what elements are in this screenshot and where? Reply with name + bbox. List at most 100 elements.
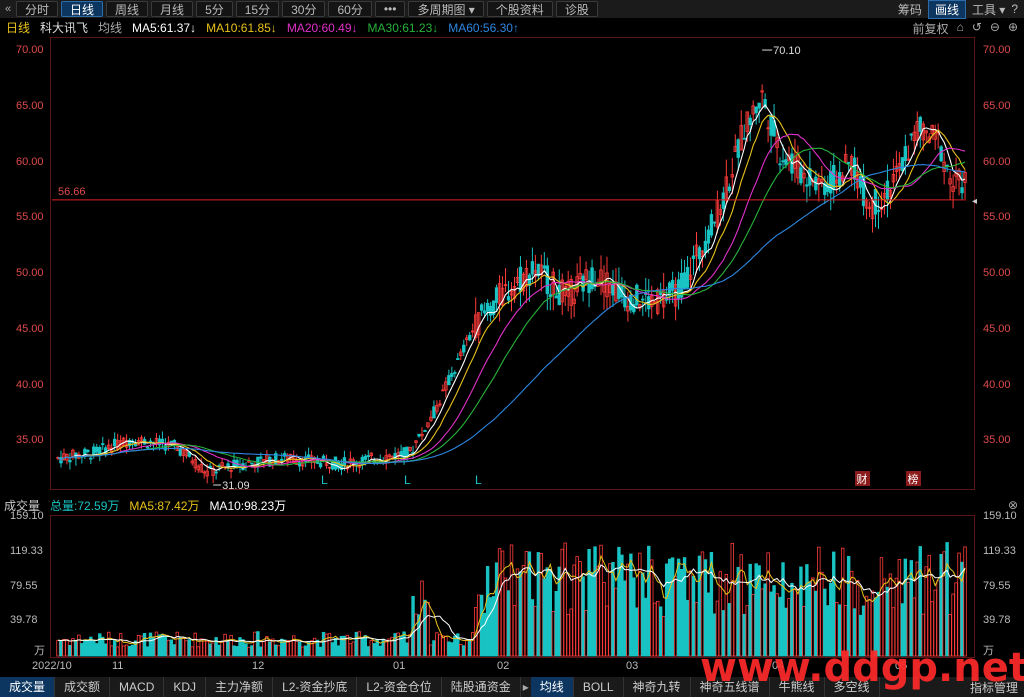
volume-bar <box>277 645 281 657</box>
volume-bar <box>957 552 961 657</box>
volume-bar <box>805 564 809 657</box>
volume-bar <box>86 639 90 657</box>
volume-bar <box>95 643 99 657</box>
volume-bar <box>963 546 967 657</box>
volume-bar <box>694 602 699 657</box>
candle-body <box>709 214 714 236</box>
candle-body <box>742 137 746 140</box>
candle-body <box>829 170 833 194</box>
volume-bar <box>664 563 669 657</box>
volume-bar <box>888 573 893 657</box>
volume-bar <box>679 569 684 657</box>
tab-volume[interactable]: 成交量 <box>0 677 56 697</box>
candle-body <box>545 265 550 294</box>
candle-body <box>939 146 943 162</box>
volume-bar <box>124 644 129 657</box>
candle-body <box>697 247 702 260</box>
low-label: 31.09 <box>222 480 250 492</box>
volume-bar <box>703 559 708 657</box>
volume-bar <box>676 558 681 657</box>
volume-bar <box>59 640 63 657</box>
tab-kdj[interactable]: KDJ <box>164 677 207 697</box>
volume-bar <box>903 558 908 657</box>
price-tick-l: 45.00 <box>16 322 44 335</box>
watermark-text: www.ddgp.net <box>700 645 1024 691</box>
volume-bar <box>512 605 517 657</box>
volume-bar <box>817 546 821 657</box>
tab-boll[interactable]: BOLL <box>574 677 624 697</box>
volume-bar <box>485 566 490 657</box>
candle-body <box>832 164 836 190</box>
volume-bar <box>62 639 66 657</box>
volume-bar <box>730 542 734 657</box>
volume-bar <box>918 546 922 657</box>
tab-main-net[interactable]: 主力净额 <box>206 677 274 697</box>
volume-tick-l: 万 <box>34 645 45 657</box>
candle-body <box>727 186 732 192</box>
volume-bar <box>653 602 657 657</box>
tab-northbound[interactable]: 陆股通资金 <box>442 677 521 697</box>
volume-bar <box>414 613 418 657</box>
candle-body <box>784 159 788 166</box>
candle-body <box>468 334 472 341</box>
volume-bar <box>265 636 269 657</box>
candle-body <box>838 172 842 186</box>
volume-bar <box>593 546 597 657</box>
volume-bar <box>832 551 836 657</box>
candle-body <box>536 263 541 277</box>
volume-bar <box>629 553 633 657</box>
volume-bar <box>450 642 454 657</box>
volume-bar <box>554 591 558 657</box>
price-tick-r: 55.00 <box>983 211 1011 224</box>
volume-bar <box>68 644 72 657</box>
candle-body <box>112 438 117 447</box>
tab-magic-nine[interactable]: 神奇九转 <box>624 677 691 697</box>
volume-bar <box>468 639 472 657</box>
candle-body <box>846 162 851 164</box>
tab-ma[interactable]: 均线 <box>530 677 574 697</box>
price-tick-r: 65.00 <box>983 99 1011 112</box>
price-tick-r: 50.00 <box>983 267 1011 280</box>
volume-bar <box>471 632 475 657</box>
volume-bar <box>503 577 508 657</box>
tabs-scroll-icon[interactable]: ▸ <box>521 680 531 694</box>
candle-body <box>363 455 368 460</box>
volume-bar <box>799 566 803 657</box>
candle-body <box>778 163 782 166</box>
volume-bar <box>130 644 135 657</box>
candle-body <box>488 305 493 316</box>
volume-bar <box>530 599 535 657</box>
date-tick: 11 <box>112 660 124 672</box>
volume-bar <box>107 631 111 657</box>
tab-l2-bottom[interactable]: L2-资金抄底 <box>273 677 358 697</box>
candle-body <box>805 184 809 187</box>
volume-bar <box>324 633 329 657</box>
tab-macd[interactable]: MACD <box>110 677 165 697</box>
volume-tick-l: 79.55 <box>10 579 38 592</box>
volume-bar <box>315 639 320 657</box>
volume-bar <box>136 634 141 657</box>
candle-body <box>858 176 863 188</box>
volume-bar <box>623 580 627 657</box>
volume-tick-l: 39.78 <box>10 614 38 627</box>
volume-bar <box>748 563 752 657</box>
candle-body <box>86 449 90 452</box>
candle-body <box>432 406 436 419</box>
tab-l2-position[interactable]: L2-资金仓位 <box>357 677 442 697</box>
volume-bar <box>303 645 308 657</box>
volume-bar <box>56 639 60 657</box>
volume-bar <box>656 601 660 657</box>
volume-bar <box>154 631 159 657</box>
tab-turnover[interactable]: 成交额 <box>55 677 111 697</box>
limit-marker: L <box>475 473 482 487</box>
volume-bar <box>253 631 257 657</box>
volume-bar <box>336 645 341 657</box>
volume-bar <box>268 641 272 657</box>
volume-bar <box>539 553 544 657</box>
volume-bar <box>500 550 505 657</box>
candle-body <box>417 433 421 437</box>
volume-bar <box>121 645 126 657</box>
volume-bar <box>459 643 463 657</box>
volume-bar <box>626 563 630 657</box>
volume-bar <box>673 575 678 657</box>
